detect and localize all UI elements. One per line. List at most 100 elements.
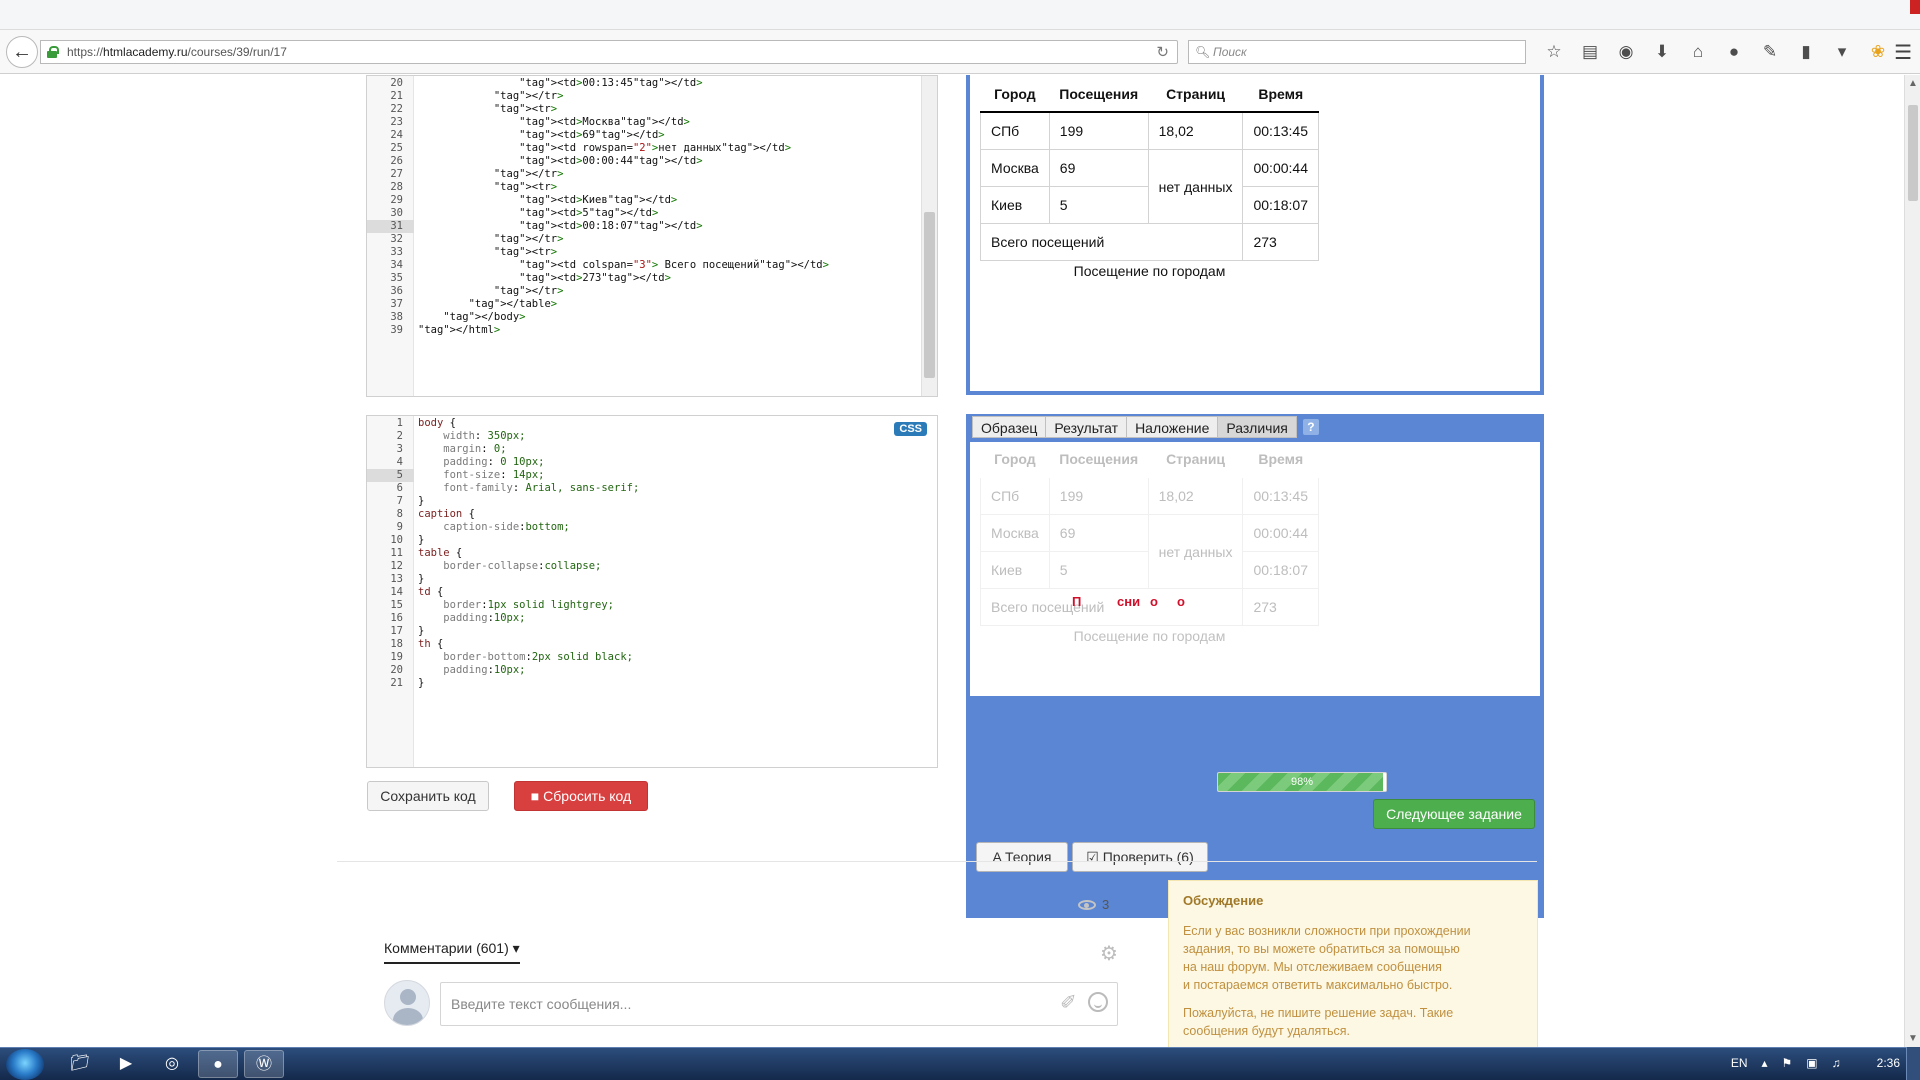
code-line[interactable]: 37 "tag"></table> xyxy=(367,298,937,311)
emoji-icon[interactable] xyxy=(1088,992,1108,1012)
code-line[interactable]: 31 "tag"><td>00:18:07"tag"></td> xyxy=(367,220,937,233)
code-line[interactable]: 14 td { xyxy=(367,586,937,599)
reset-code-button[interactable]: ■ Сбросить код xyxy=(514,781,648,811)
code-line[interactable]: 23 "tag"><td>Москва"tag"></td> xyxy=(367,116,937,129)
code-line[interactable]: 8 caption { xyxy=(367,508,937,521)
scroll-down-icon[interactable]: ▼ xyxy=(1908,1033,1918,1044)
tab-sample[interactable]: Образец xyxy=(972,416,1046,438)
code-line[interactable]: 5 font-size: 14px; xyxy=(367,469,937,482)
language-indicator[interactable]: EN xyxy=(1731,1056,1748,1070)
code-line[interactable]: 29 "tag"><td>Киев"tag"></td> xyxy=(367,194,937,207)
code-line[interactable]: 38 "tag"></body> xyxy=(367,311,937,324)
firefox-icon[interactable]: ● xyxy=(198,1050,238,1078)
explorer-icon[interactable]: 📁︎ xyxy=(60,1050,100,1078)
html-editor-scroll-thumb[interactable] xyxy=(924,212,935,378)
bookmark-star-icon[interactable]: ☆ xyxy=(1536,41,1572,63)
save-code-button[interactable]: Сохранить код xyxy=(367,781,489,811)
media-player-icon[interactable]: ▶ xyxy=(106,1050,146,1078)
progress-bar: 98% xyxy=(1217,772,1387,792)
code-line[interactable]: 21 "tag"></tr> xyxy=(367,90,937,103)
line-source: border-collapse:collapse; xyxy=(443,560,602,572)
show-desktop-button[interactable] xyxy=(1906,1047,1920,1080)
code-line[interactable]: 20 padding:10px; xyxy=(367,664,937,677)
code-line[interactable]: 13} xyxy=(367,573,937,586)
tray-arrow-icon[interactable]: ▴ xyxy=(1762,1056,1768,1070)
line-number: 38 xyxy=(390,311,403,323)
code-line[interactable]: 25 "tag"><td rowspan="2">нет данных"tag"… xyxy=(367,142,937,155)
code-line[interactable]: 39 "tag"></html> xyxy=(367,324,937,337)
code-line[interactable]: 11 table { xyxy=(367,547,937,560)
code-line[interactable]: 15 border:1px solid lightgrey; xyxy=(367,599,937,612)
code-line[interactable]: 30 "tag"><td>5"tag"></td> xyxy=(367,207,937,220)
reload-icon[interactable]: ↻ xyxy=(1156,43,1169,61)
message-input[interactable]: Введите текст сообщения... xyxy=(440,982,1118,1026)
addon-icon[interactable]: ❀ xyxy=(1860,41,1896,63)
next-task-button[interactable]: Следующее задание xyxy=(1373,799,1535,829)
search-bar[interactable]: 🔍︎ Поиск xyxy=(1188,40,1526,64)
clipboard-icon[interactable]: ▮ xyxy=(1788,41,1824,63)
download-icon[interactable]: ⬇ xyxy=(1644,41,1680,63)
code-line[interactable]: 16 padding:10px; xyxy=(367,612,937,625)
dropdown-icon[interactable]: ▾ xyxy=(1824,41,1860,63)
code-line[interactable]: 12 border-collapse:collapse; xyxy=(367,560,937,573)
page-scroll-thumb[interactable] xyxy=(1908,105,1918,201)
line-source: caption-side:bottom; xyxy=(443,521,570,533)
app-icon[interactable]: Ⓦ xyxy=(244,1050,284,1078)
address-bar[interactable]: https://htmlacademy.ru/courses/39/run/17… xyxy=(40,40,1178,64)
code-line[interactable]: 36 "tag"></tr> xyxy=(367,285,937,298)
code-line[interactable]: 35 "tag"><td>273"tag"></td> xyxy=(367,272,937,285)
tab-overlay[interactable]: Наложение xyxy=(1126,416,1218,438)
gear-icon[interactable]: ⚙ xyxy=(1100,941,1118,966)
extension-icon[interactable]: ✎ xyxy=(1752,41,1788,63)
page-scrollbar[interactable]: ▲ ▼ xyxy=(1904,75,1920,1047)
hamburger-menu-icon[interactable]: ☰ xyxy=(1894,40,1912,65)
theory-button[interactable]: A Теория xyxy=(976,842,1068,872)
css-code-editor[interactable]: 1 body {2 width: 350px; 3 margin: 0; 4 padd… xyxy=(366,415,938,768)
check-button[interactable]: ☑ Проверить (6) xyxy=(1072,842,1208,872)
code-line[interactable]: 7} xyxy=(367,495,937,508)
pocket-icon[interactable]: ◉ xyxy=(1608,41,1644,63)
help-icon[interactable]: ? xyxy=(1302,419,1319,435)
code-line[interactable]: 17} xyxy=(367,625,937,638)
line-number: 1 xyxy=(396,417,403,429)
tab-diff[interactable]: Различия xyxy=(1217,416,1297,438)
back-button[interactable]: ← xyxy=(6,36,38,68)
html-editor-scrollbar[interactable] xyxy=(921,76,937,396)
code-line[interactable]: 33 "tag"><tr> xyxy=(367,246,937,259)
comments-tab[interactable]: Комментарии (601) ▾ xyxy=(384,940,520,964)
code-line[interactable]: 22 "tag"><tr> xyxy=(367,103,937,116)
network-icon[interactable]: ▣ xyxy=(1806,1056,1817,1070)
chat-icon[interactable]: ● xyxy=(1716,41,1752,63)
code-line[interactable]: 34 "tag"><td colspan="3"> Всего посещени… xyxy=(367,259,937,272)
code-line[interactable]: 20 "tag"><td>00:13:45"tag"></td> xyxy=(367,77,937,90)
code-line[interactable]: 32 "tag"></tr> xyxy=(367,233,937,246)
html-code-editor[interactable]: 20 "tag"><td>00:13:45"tag"></td> 21 "tag"… xyxy=(366,75,938,397)
code-line[interactable]: 21} xyxy=(367,677,937,690)
code-line[interactable]: 4 padding: 0 10px; xyxy=(367,456,937,469)
code-line[interactable]: 18 th { xyxy=(367,638,937,651)
code-line[interactable]: 26 "tag"><td>00:00:44"tag"></td> xyxy=(367,155,937,168)
bookmarks-list-icon[interactable]: ▤ xyxy=(1572,41,1608,63)
flag-icon[interactable]: ⚑ xyxy=(1782,1056,1793,1070)
clock[interactable]: 2:36 xyxy=(1877,1056,1900,1070)
code-line[interactable]: 1 body { xyxy=(367,417,937,430)
code-line[interactable]: 6 font-family: Arial, sans-serif; xyxy=(367,482,937,495)
code-line[interactable]: 19 border-bottom:2px solid black; xyxy=(367,651,937,664)
code-line[interactable]: 2 width: 350px; xyxy=(367,430,937,443)
code-line[interactable]: 9 caption-side:bottom; xyxy=(367,521,937,534)
code-line[interactable]: 24 "tag"><td>69"tag"></td> xyxy=(367,129,937,142)
code-line[interactable]: 27 "tag"></tr> xyxy=(367,168,937,181)
home-icon[interactable]: ⌂ xyxy=(1680,41,1716,63)
chrome-icon[interactable]: ◎ xyxy=(152,1050,192,1078)
line-source: margin: 0; xyxy=(443,443,507,455)
code-line[interactable]: 3 margin: 0; xyxy=(367,443,937,456)
attach-icon[interactable]: ✐ xyxy=(1060,990,1077,1015)
code-line[interactable]: 10} xyxy=(367,534,937,547)
scroll-up-icon[interactable]: ▲ xyxy=(1908,78,1918,89)
cell-visits: 5 xyxy=(1048,186,1149,224)
volume-icon[interactable]: ♫ xyxy=(1832,1056,1841,1070)
tab-result[interactable]: Результат xyxy=(1045,416,1127,438)
url-text[interactable]: https://htmlacademy.ru/courses/39/run/17 xyxy=(67,45,287,59)
code-line[interactable]: 28 "tag"><tr> xyxy=(367,181,937,194)
start-button[interactable] xyxy=(6,1049,44,1080)
